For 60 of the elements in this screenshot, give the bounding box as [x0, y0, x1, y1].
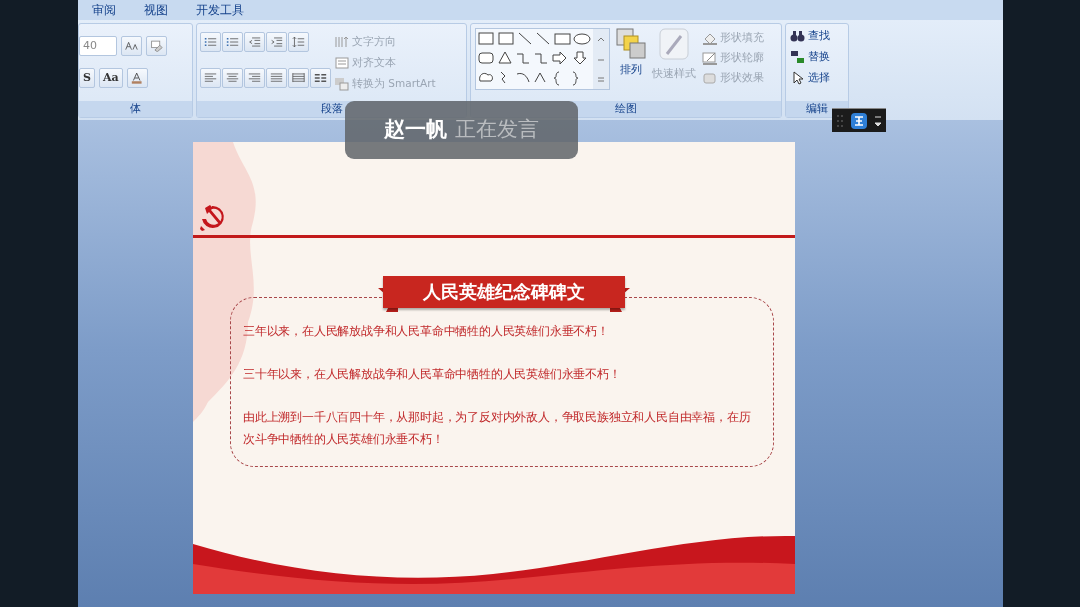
- ribbon-tab[interactable]: 视图: [130, 0, 182, 20]
- shape-effect-icon: [702, 71, 718, 85]
- align-right-button[interactable]: [244, 68, 265, 88]
- paint-bucket-icon: [702, 31, 718, 45]
- clear-format-button[interactable]: [146, 36, 167, 56]
- distributed-button[interactable]: [288, 68, 309, 88]
- grow-font-icon: [125, 40, 138, 52]
- grow-font-button[interactable]: [121, 36, 142, 56]
- decrease-indent-icon: [248, 36, 261, 48]
- line-spacing-icon: [292, 36, 305, 48]
- decrease-indent-button[interactable]: [244, 32, 265, 52]
- justify-button[interactable]: [266, 68, 287, 88]
- slide-title: 人民英雄纪念碑碑文: [383, 276, 625, 308]
- group-label: 体: [79, 101, 192, 117]
- stacked-squares-icon: [616, 28, 646, 60]
- replace-icon: [790, 50, 806, 64]
- increase-indent-button[interactable]: [266, 32, 287, 52]
- smartart-icon: [334, 77, 350, 91]
- justify-icon: [270, 72, 283, 84]
- slide-paragraph: 由此上溯到一千八百四十年，从那时起，为了反对内外敌人，争取民族独立和人民自由幸福，在历次斗争中牺牲的人民英雄们永垂不朽！: [243, 409, 752, 448]
- ime-toolbar[interactable]: [832, 108, 886, 132]
- font-color-icon: [130, 72, 144, 84]
- change-case-button[interactable]: Aa: [98, 68, 123, 88]
- speaker-status: 正在发言: [455, 116, 539, 144]
- dropdown-icon[interactable]: [874, 113, 883, 128]
- ribbon-tab[interactable]: 审阅: [78, 0, 130, 20]
- align-right-icon: [248, 72, 261, 84]
- ribbon-command[interactable]: 查找: [790, 26, 844, 46]
- pen-outline-icon: [702, 51, 718, 65]
- speaker-name: 赵一帆: [384, 116, 447, 144]
- center-icon: [226, 72, 239, 84]
- ribbon-command[interactable]: 选择: [790, 68, 844, 88]
- bullets-icon: [204, 36, 217, 48]
- slide-paragraph: 三十年以来，在人民解放战争和人民革命中牺牲的人民英雄们永垂不朽！: [243, 366, 622, 383]
- increase-indent-icon: [270, 36, 283, 48]
- clear-format-icon: [150, 40, 163, 52]
- shadow-button[interactable]: S: [79, 68, 95, 88]
- grip-icon: [835, 113, 844, 128]
- pointer-icon: [790, 71, 806, 85]
- ribbon-tab[interactable]: 开发工具: [182, 0, 258, 20]
- font-color-button[interactable]: [126, 68, 148, 88]
- align-text-icon: [334, 56, 350, 70]
- numbering-icon: [226, 36, 239, 48]
- font-size-field[interactable]: 40: [79, 36, 117, 56]
- columns-button[interactable]: [310, 68, 331, 88]
- arrange-button[interactable]: 排列: [616, 28, 646, 101]
- bullets-button[interactable]: [200, 32, 221, 52]
- line-spacing-button[interactable]: [288, 32, 309, 52]
- columns-icon: [314, 72, 327, 84]
- paintbrush-icon: [659, 28, 689, 60]
- center-button[interactable]: [222, 68, 243, 88]
- slide-paragraph: 三年以来，在人民解放战争和人民革命中牺牲的人民英雄们永垂不朽！: [243, 323, 610, 340]
- align-left-icon: [204, 72, 217, 84]
- text-direction-icon: [334, 35, 350, 49]
- keyboard-mode-icon[interactable]: [851, 112, 867, 129]
- align-left-button[interactable]: [200, 68, 221, 88]
- binoculars-icon: [790, 29, 806, 43]
- ribbon-command[interactable]: 替换: [790, 47, 844, 67]
- numbering-button[interactable]: [222, 32, 243, 52]
- distributed-icon: [292, 72, 305, 84]
